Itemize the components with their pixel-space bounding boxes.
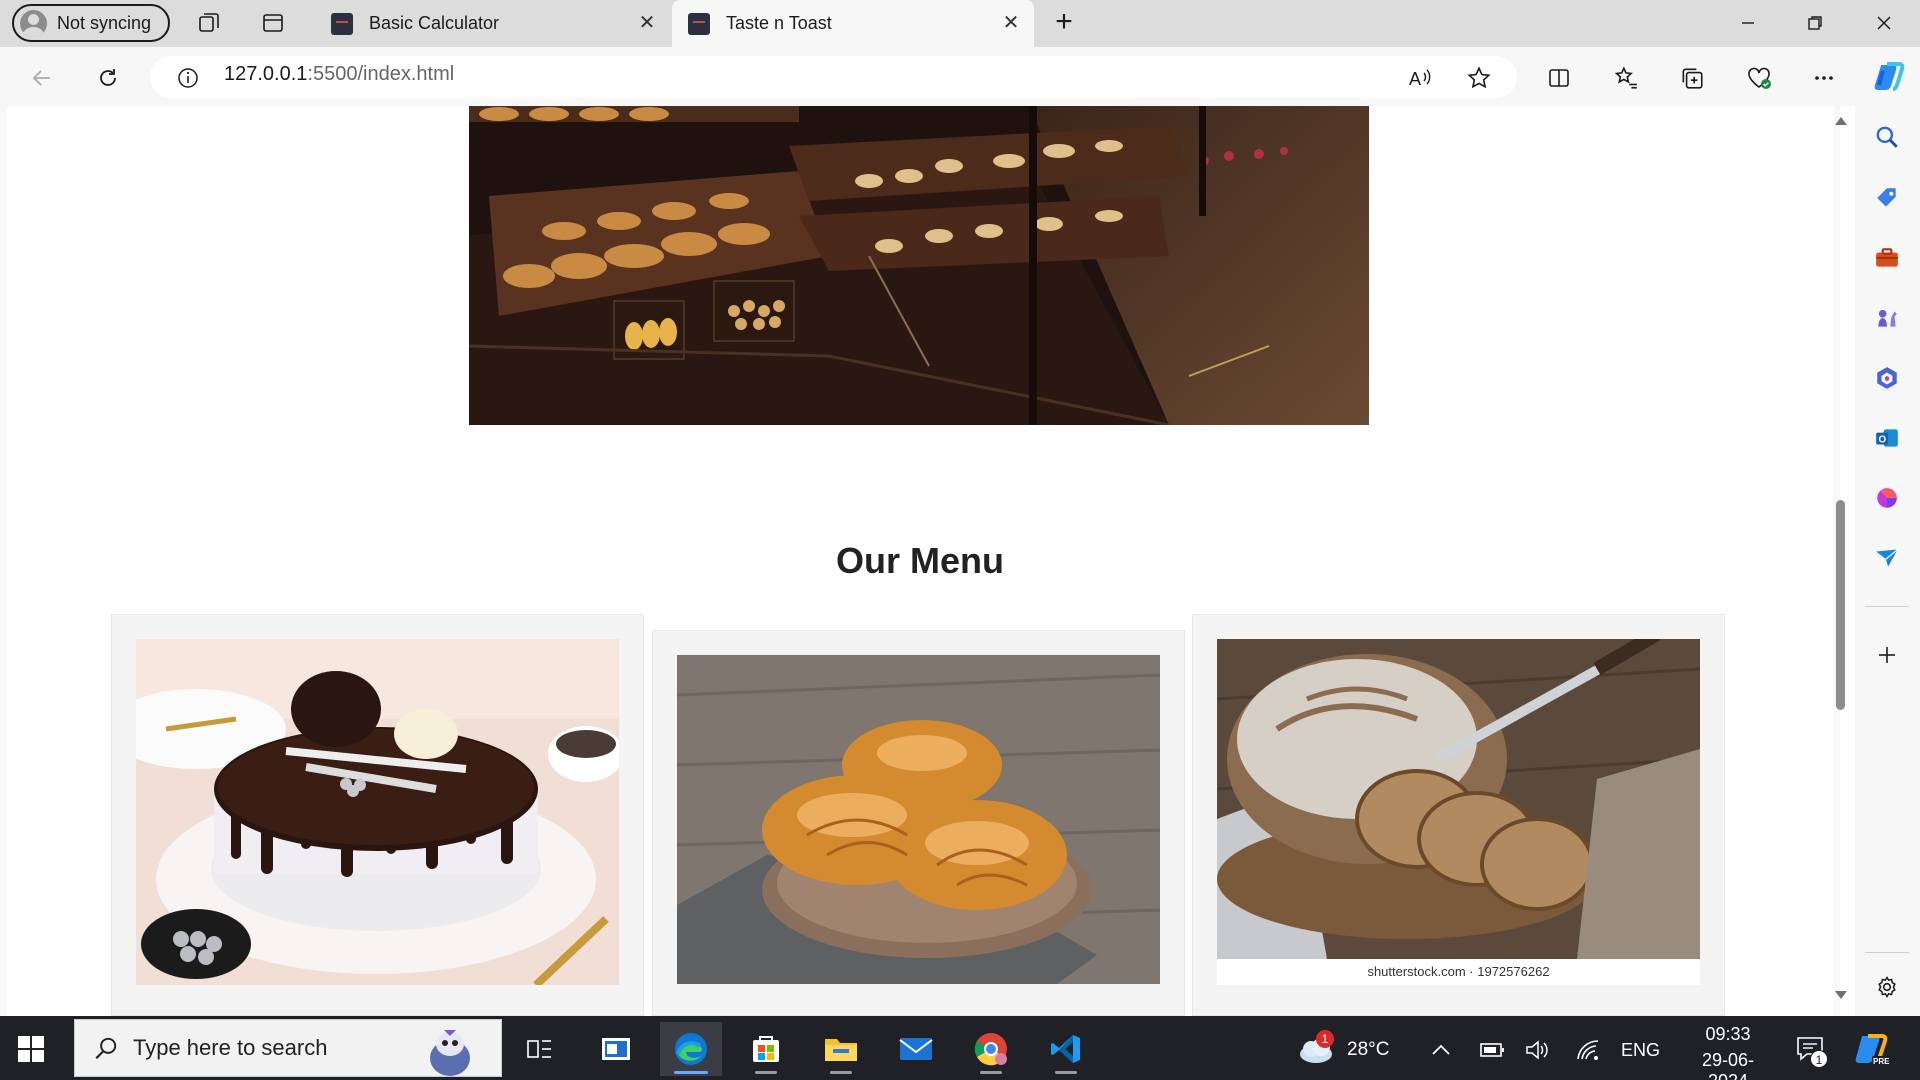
restore-button[interactable] bbox=[1792, 6, 1838, 40]
wifi-icon[interactable] bbox=[1575, 1039, 1601, 1066]
running-indicator bbox=[755, 1071, 777, 1074]
search-highlight-illustration bbox=[430, 1030, 470, 1076]
widgets-news-icon[interactable] bbox=[585, 1022, 647, 1076]
shopping-tag-icon[interactable] bbox=[1870, 181, 1904, 215]
more-options-icon[interactable] bbox=[1808, 62, 1840, 94]
microsoft-365-icon[interactable] bbox=[1870, 361, 1904, 395]
site-favicon-icon bbox=[688, 12, 710, 35]
mail-icon[interactable] bbox=[885, 1022, 947, 1076]
bread-image: shutterstock.com · 1972576262 bbox=[1217, 639, 1700, 985]
profile-label: Not syncing bbox=[57, 12, 152, 33]
sidebar-divider bbox=[1865, 952, 1909, 953]
edge-browser-taskbar-icon[interactable] bbox=[660, 1022, 722, 1076]
site-info-icon[interactable] bbox=[172, 62, 204, 94]
cake-image bbox=[136, 639, 619, 985]
running-indicator bbox=[980, 1071, 1002, 1074]
tab-basic-calculator[interactable]: Basic Calculator ✕ bbox=[315, 0, 670, 47]
favorite-star-icon[interactable] bbox=[1463, 62, 1495, 94]
sidebar-divider bbox=[1865, 606, 1909, 607]
tab-taste-n-toast[interactable]: Taste n Toast ✕ bbox=[672, 0, 1034, 47]
menu-card[interactable] bbox=[111, 614, 644, 1016]
windows-start-icon[interactable] bbox=[18, 1036, 44, 1062]
vscode-icon[interactable] bbox=[1035, 1022, 1097, 1076]
tab-title: Taste n Toast bbox=[726, 13, 832, 33]
workspaces-icon[interactable] bbox=[196, 10, 222, 36]
tools-briefcase-icon[interactable] bbox=[1870, 241, 1904, 275]
clock-date: 29-06-2024 bbox=[1701, 1050, 1755, 1080]
split-screen-icon[interactable] bbox=[1543, 62, 1575, 94]
menu-card[interactable]: shutterstock.com · 1972576262 bbox=[1192, 614, 1725, 1016]
new-tab-button[interactable]: + bbox=[1050, 7, 1078, 37]
show-hidden-icons-chevron-icon[interactable] bbox=[1430, 1040, 1452, 1065]
scroll-up-arrow-icon[interactable] bbox=[1834, 114, 1848, 128]
menu-heading: Our Menu bbox=[836, 540, 1004, 581]
croissants-image bbox=[677, 655, 1160, 984]
clock-time: 09:33 bbox=[1705, 1024, 1751, 1044]
image-watermark-caption: shutterstock.com · 1972576262 bbox=[1217, 959, 1700, 985]
back-arrow-icon[interactable] bbox=[26, 62, 58, 94]
weather-temperature[interactable]: 28°C bbox=[1347, 1039, 1389, 1061]
bakery-display-image bbox=[469, 106, 1369, 425]
collections-icon[interactable] bbox=[1676, 62, 1708, 94]
copilot-preview-taskbar-icon[interactable]: PRE bbox=[1852, 1032, 1892, 1070]
microsoft-store-icon[interactable] bbox=[735, 1022, 797, 1076]
menu-card[interactable] bbox=[652, 630, 1185, 1016]
send-arrow-icon[interactable] bbox=[1870, 541, 1904, 575]
running-indicator bbox=[1055, 1071, 1077, 1074]
clock[interactable]: 09:33 29-06-2024 bbox=[1690, 1024, 1766, 1080]
read-aloud-icon[interactable]: A bbox=[1404, 62, 1436, 94]
running-indicator bbox=[830, 1071, 852, 1074]
url-text[interactable]: 127.0.0.1:5500/index.html bbox=[224, 63, 454, 86]
web-page[interactable]: Our Menu shutterstock.com · 1972576262 bbox=[6, 106, 1834, 1016]
svg-text:PRE: PRE bbox=[1873, 1057, 1890, 1066]
search-icon bbox=[95, 1037, 117, 1060]
url-host: 127.0.0.1 bbox=[224, 63, 308, 85]
volume-icon[interactable] bbox=[1525, 1039, 1551, 1066]
scroll-down-arrow-icon[interactable] bbox=[1834, 988, 1848, 1002]
outlook-icon[interactable]: O bbox=[1870, 421, 1904, 455]
language-indicator[interactable]: ENG bbox=[1621, 1040, 1660, 1061]
favorites-icon[interactable] bbox=[1610, 62, 1642, 94]
copilot-icon[interactable] bbox=[1870, 58, 1908, 96]
active-indicator bbox=[674, 1071, 708, 1074]
vertical-tabs-icon[interactable] bbox=[260, 10, 286, 36]
profile-button[interactable]: Not syncing bbox=[12, 4, 170, 42]
search-placeholder: Type here to search bbox=[133, 1035, 328, 1060]
weather-cloud-icon[interactable]: 1 bbox=[1296, 1030, 1336, 1066]
games-chess-icon[interactable] bbox=[1870, 301, 1904, 335]
close-tab-icon[interactable]: ✕ bbox=[636, 12, 658, 34]
scrollbar-thumb[interactable] bbox=[1836, 500, 1845, 710]
designer-icon[interactable] bbox=[1870, 481, 1904, 515]
notifications-icon[interactable]: 1 bbox=[1795, 1034, 1829, 1068]
browser-essentials-icon[interactable] bbox=[1743, 62, 1775, 94]
settings-gear-icon[interactable] bbox=[1870, 970, 1904, 1004]
refresh-icon[interactable] bbox=[92, 62, 124, 94]
profile-avatar-icon bbox=[20, 9, 47, 37]
tab-title: Basic Calculator bbox=[369, 13, 500, 33]
task-view-icon[interactable] bbox=[508, 1022, 570, 1076]
chrome-icon[interactable] bbox=[960, 1022, 1022, 1076]
close-tab-icon[interactable]: ✕ bbox=[1000, 12, 1022, 34]
add-icon[interactable] bbox=[1870, 638, 1904, 672]
taskbar-search-box[interactable]: Type here to search bbox=[74, 1019, 502, 1077]
search-icon[interactable] bbox=[1870, 120, 1904, 154]
minimize-button[interactable] bbox=[1725, 6, 1771, 40]
file-explorer-icon[interactable] bbox=[810, 1022, 872, 1076]
close-window-button[interactable] bbox=[1861, 6, 1907, 40]
url-path: :5500/index.html bbox=[307, 63, 455, 85]
site-favicon-icon bbox=[331, 12, 353, 35]
svg-text:O: O bbox=[1879, 434, 1887, 445]
battery-icon[interactable] bbox=[1480, 1041, 1506, 1064]
notification-count-badge: 1 bbox=[1810, 1050, 1828, 1068]
svg-text:A: A bbox=[1409, 69, 1421, 89]
weather-alert-badge: 1 bbox=[1316, 1030, 1334, 1048]
